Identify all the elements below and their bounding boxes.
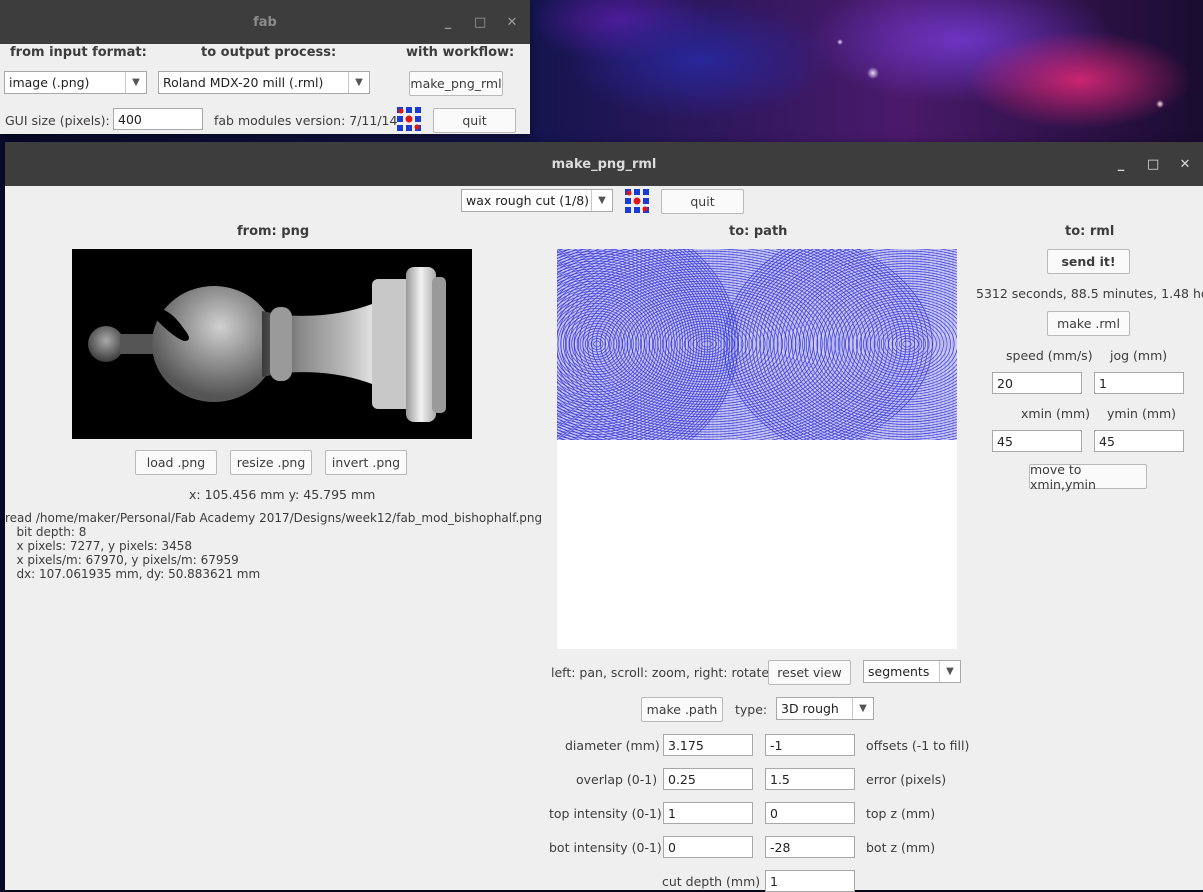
main-quit-button[interactable]: quit: [661, 189, 744, 214]
file-info-line: x pixels/m: 67970, y pixels/m: 67959: [5, 553, 239, 567]
speed-input[interactable]: 20: [992, 372, 1082, 394]
time-estimate: 5312 seconds, 88.5 minutes, 1.48 hours: [976, 286, 1203, 301]
make-path-button[interactable]: make .path: [641, 697, 723, 722]
fab-logo-icon: [625, 189, 649, 213]
offsets-input[interactable]: -1: [765, 734, 855, 756]
path-type-select[interactable]: 3D rough ▼: [776, 697, 874, 720]
jog-label: jog (mm): [1110, 348, 1168, 363]
view-hint: left: pan, scroll: zoom, right: rotate: [551, 665, 770, 680]
chevron-down-icon: ▼: [852, 698, 873, 719]
cut-depth-input[interactable]: 1: [765, 870, 855, 892]
input-format-value: image (.png): [9, 75, 90, 90]
overlap-input[interactable]: 0.25: [663, 768, 753, 790]
file-info-line: dx: 107.061935 mm, dy: 50.883621 mm: [5, 567, 261, 581]
output-process-select[interactable]: Roland MDX-20 mill (.rml) ▼: [158, 71, 370, 94]
ymin-input[interactable]: 45: [1094, 430, 1184, 452]
with-workflow-label: with workflow:: [406, 45, 515, 60]
fab-quit-button[interactable]: quit: [433, 108, 516, 133]
workflow-button[interactable]: make_png_rml: [409, 71, 503, 96]
chevron-down-icon: ▼: [591, 190, 612, 211]
fab-logo-icon: [397, 107, 421, 131]
chevron-down-icon: ▼: [939, 661, 960, 682]
diameter-label: diameter (mm): [565, 738, 660, 753]
error-input[interactable]: 1.5: [765, 768, 855, 790]
top-intensity-input[interactable]: 1: [663, 802, 753, 824]
error-label: error (pixels): [866, 772, 947, 787]
minimize-icon[interactable]: _: [1115, 157, 1127, 172]
xmin-label: xmin (mm): [1021, 406, 1091, 421]
minimize-icon[interactable]: _: [442, 15, 454, 30]
bot-intensity-label: bot intensity (0-1): [549, 840, 662, 855]
gui-size-label: GUI size (pixels):: [5, 113, 110, 128]
input-format-select[interactable]: image (.png) ▼: [4, 71, 147, 94]
main-window: make_png_rml _ □ ✕ wax rough cut (1/8) ▼…: [5, 142, 1203, 892]
make-rml-button[interactable]: make .rml: [1047, 311, 1130, 336]
main-window-title: make_png_rml: [551, 156, 657, 172]
to-rml-header: to: rml: [1065, 224, 1115, 239]
view-mode-select[interactable]: segments ▼: [863, 660, 961, 683]
cut-depth-label: cut depth (mm): [662, 874, 761, 889]
fab-titlebar: fab _ □ ✕: [0, 0, 530, 44]
view-mode-value: segments: [868, 664, 930, 679]
cursor-coords: x: 105.456 mm y: 45.795 mm: [189, 487, 376, 502]
top-z-label: top z (mm): [866, 806, 936, 821]
to-path-header: to: path: [729, 224, 788, 239]
bot-z-label: bot z (mm): [866, 840, 936, 855]
from-png-header: from: png: [237, 224, 310, 239]
path-view-canvas[interactable]: [557, 249, 957, 649]
chevron-down-icon: ▼: [125, 72, 146, 93]
maximize-icon[interactable]: □: [474, 15, 486, 30]
top-intensity-label: top intensity (0-1): [549, 806, 662, 821]
top-z-input[interactable]: 0: [765, 802, 855, 824]
overlap-label: overlap (0-1): [576, 772, 658, 787]
fab-window: fab _ □ ✕ from input format: to output p…: [0, 0, 530, 134]
close-icon[interactable]: ✕: [506, 15, 518, 30]
main-titlebar: make_png_rml _ □ ✕: [5, 142, 1203, 186]
offsets-label: offsets (-1 to fill): [866, 738, 970, 753]
process-select-value: wax rough cut (1/8): [466, 193, 590, 208]
from-input-format-label: from input format:: [10, 45, 147, 60]
speed-label: speed (mm/s): [1006, 348, 1093, 363]
path-type-value: 3D rough: [781, 701, 839, 716]
jog-input[interactable]: 1: [1094, 372, 1184, 394]
version-label: fab modules version: 7/11/14: [214, 113, 398, 128]
send-it-button[interactable]: send it!: [1047, 249, 1130, 274]
file-info-line: bit depth: 8: [5, 525, 87, 539]
maximize-icon[interactable]: □: [1147, 157, 1159, 172]
process-select[interactable]: wax rough cut (1/8) ▼: [461, 189, 613, 212]
close-icon[interactable]: ✕: [1179, 157, 1191, 172]
load-png-button[interactable]: load .png: [135, 450, 217, 475]
output-process-value: Roland MDX-20 mill (.rml): [163, 75, 324, 90]
ymin-label: ymin (mm): [1107, 406, 1177, 421]
png-preview-canvas[interactable]: [72, 249, 472, 439]
gui-size-input[interactable]: 400: [113, 108, 203, 130]
diameter-input[interactable]: 3.175: [663, 734, 753, 756]
bot-z-input[interactable]: -28: [765, 836, 855, 858]
invert-png-button[interactable]: invert .png: [325, 450, 407, 475]
file-info-line: x pixels: 7277, y pixels: 3458: [5, 539, 193, 553]
move-to-xmin-ymin-button[interactable]: move to xmin,ymin: [1029, 462, 1147, 492]
toolpath-contours: [557, 249, 957, 440]
bot-intensity-input[interactable]: 0: [663, 836, 753, 858]
type-label: type:: [735, 702, 768, 717]
file-info-line: read /home/maker/Personal/Fab Academy 20…: [5, 511, 543, 525]
reset-view-button[interactable]: reset view: [768, 660, 851, 685]
fab-window-title: fab: [253, 14, 277, 30]
xmin-input[interactable]: 45: [992, 430, 1082, 452]
resize-png-button[interactable]: resize .png: [230, 450, 312, 475]
chevron-down-icon: ▼: [348, 72, 369, 93]
to-output-process-label: to output process:: [201, 45, 337, 60]
